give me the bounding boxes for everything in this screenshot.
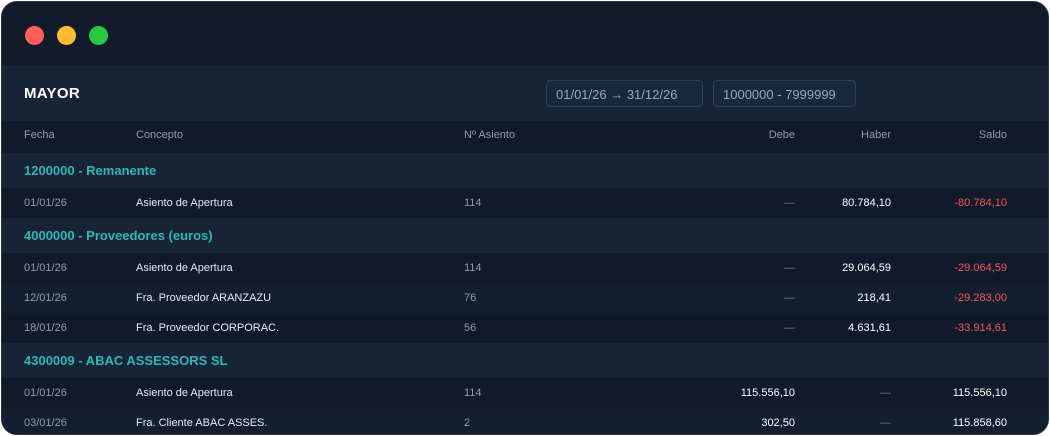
- cell-debe: —: [784, 322, 795, 334]
- cell-saldo: 115.858,60: [952, 417, 1007, 429]
- cell-saldo: -80.784,10: [954, 197, 1007, 209]
- cell-haber: 29.064,59: [842, 262, 891, 274]
- account-range-filter[interactable]: 1000000 - 7999999: [713, 80, 856, 107]
- account-group-header[interactable]: 1200000 - Remanente: [2, 153, 1048, 188]
- account-name: 4000000 - Proveedores (euros): [24, 228, 213, 243]
- account-name: 1200000 - Remanente: [24, 163, 157, 178]
- cell-debe: 302,50: [761, 417, 795, 429]
- maximize-window-icon[interactable]: [89, 26, 108, 45]
- cell-saldo: -29.283,00: [954, 292, 1007, 304]
- column-header-saldo[interactable]: Saldo: [979, 129, 1007, 141]
- cell-fecha: 01/01/26: [24, 262, 67, 274]
- account-group-header[interactable]: 4000000 - Proveedores (euros): [2, 218, 1048, 253]
- table-row[interactable]: 12/01/26 Fra. Proveedor ARANZAZU 76 — 218,41…: [2, 283, 1048, 313]
- cell-haber: —: [880, 387, 891, 399]
- date-range-filter[interactable]: 01/01/26 → 31/12/26: [546, 80, 703, 107]
- account-name: 4300009 - ABAC ASSESSORS SL: [24, 353, 228, 368]
- cell-fecha: 01/01/26: [24, 387, 67, 399]
- cell-asiento: 76: [464, 292, 477, 304]
- page-title: MAYOR: [24, 85, 80, 102]
- cell-asiento: 114: [464, 197, 482, 209]
- cell-fecha: 18/01/26: [24, 322, 67, 334]
- table-header: Fecha Concepto Nº Asiento Debe Haber Sal…: [2, 121, 1048, 153]
- table-row[interactable]: 03/01/26 Fra. Cliente ABAC ASSES. 2 302,50 —…: [2, 408, 1048, 434]
- table-row[interactable]: 18/01/26 Fra. Proveedor CORPORAC. 56 — 4.631…: [2, 313, 1048, 343]
- minimize-window-icon[interactable]: [57, 26, 76, 45]
- cell-concepto: Fra. Cliente ABAC ASSES.: [136, 417, 268, 429]
- cell-concepto: Fra. Proveedor CORPORAC.: [136, 322, 280, 334]
- cell-saldo: -33.914,61: [954, 322, 1007, 334]
- column-header-asiento[interactable]: Nº Asiento: [464, 129, 515, 141]
- cell-debe: 115.556,10: [740, 387, 795, 399]
- cell-fecha: 03/01/26: [24, 417, 67, 429]
- cell-fecha: 01/01/26: [24, 197, 67, 209]
- cell-debe: —: [784, 292, 795, 304]
- table-row[interactable]: 01/01/26 Asiento de Apertura 114 — 80.784,10…: [2, 188, 1048, 218]
- cell-fecha: 12/01/26: [24, 292, 67, 304]
- column-header-debe[interactable]: Debe: [769, 129, 795, 141]
- cell-concepto: Asiento de Apertura: [136, 262, 233, 274]
- cell-debe: —: [784, 197, 795, 209]
- table-row[interactable]: 01/01/26 Asiento de Apertura 114 — 29.064,59…: [2, 253, 1048, 283]
- cell-asiento: 2: [464, 417, 471, 429]
- cell-debe: —: [784, 262, 795, 274]
- cell-haber: 4.631,61: [848, 322, 891, 334]
- title-bar: [2, 2, 1048, 67]
- column-header-fecha[interactable]: Fecha: [24, 129, 55, 141]
- column-header-concepto[interactable]: Concepto: [136, 129, 183, 141]
- cell-concepto: Asiento de Apertura: [136, 197, 233, 209]
- app-window: MAYOR 01/01/26 → 31/12/26 1000000 - 7999…: [1, 1, 1049, 435]
- close-window-icon[interactable]: [25, 26, 44, 45]
- account-group-header[interactable]: 4300009 - ABAC ASSESSORS SL: [2, 343, 1048, 378]
- table-row[interactable]: 01/01/26 Asiento de Apertura 114 115.556,10…: [2, 378, 1048, 408]
- cell-asiento: 114: [464, 387, 482, 399]
- column-header-haber[interactable]: Haber: [861, 129, 891, 141]
- cell-asiento: 114: [464, 262, 482, 274]
- cell-asiento: 56: [464, 322, 477, 334]
- cell-saldo: -29.064,59: [954, 262, 1007, 274]
- cell-haber: 80.784,10: [842, 197, 891, 209]
- cell-haber: —: [880, 417, 891, 429]
- ledger-header: MAYOR 01/01/26 → 31/12/26 1000000 - 7999…: [2, 67, 1048, 121]
- cell-saldo: 115.556,10: [952, 387, 1007, 399]
- cell-haber: 218,41: [857, 292, 891, 304]
- cell-concepto: Fra. Proveedor ARANZAZU: [136, 292, 272, 304]
- cell-concepto: Asiento de Apertura: [136, 387, 233, 399]
